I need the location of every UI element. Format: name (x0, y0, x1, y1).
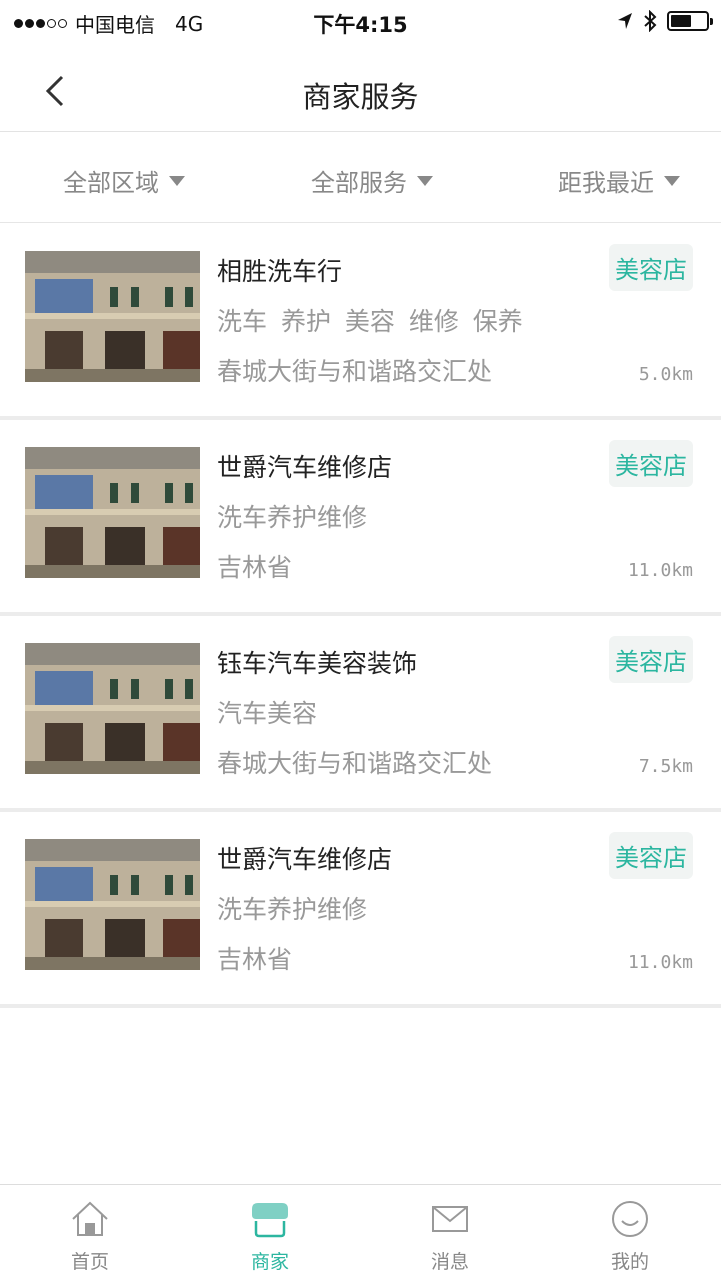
shop-services: 洗车养护维修 (217, 503, 368, 532)
shop-address: 吉林省 (217, 553, 293, 582)
filter-area[interactable]: 全部区域 (63, 163, 185, 198)
shop-photo (25, 447, 200, 578)
shop-list: 相胜洗车行 洗车 养护 美容 维修 保养 春城大街与和谐路交汇处 美容店 5.0… (0, 224, 721, 1008)
page-title: 商家服务 (302, 80, 419, 114)
location-arrow-icon (618, 13, 632, 29)
shop-name: 世爵汽车维修店 (217, 845, 393, 874)
tab-messages[interactable]: 消息 (360, 1185, 540, 1281)
filter-service-label: 全部服务 (311, 169, 407, 197)
shop-photo (25, 839, 200, 970)
shop-distance: 7.5km (638, 756, 693, 777)
clock: 下午4:15 (313, 13, 408, 37)
home-icon (72, 1201, 108, 1236)
smiley-icon (612, 1201, 648, 1237)
shop-photo (25, 643, 200, 774)
shop-distance: 5.0km (638, 364, 693, 385)
shop-address: 春城大街与和谐路交汇处 (217, 749, 493, 778)
filter-sort-label: 距我最近 (558, 169, 654, 197)
bottom-tab-bar: 首页 商家 消息 我的 (0, 1184, 721, 1281)
filter-sort[interactable]: 距我最近 (558, 163, 680, 198)
shop-category-tag: 美容店 (609, 244, 693, 291)
shop-list-item[interactable]: 钰车汽车美容装饰 汽车美容 春城大街与和谐路交汇处 美容店 7.5km (0, 616, 721, 812)
filter-service[interactable]: 全部服务 (311, 163, 433, 198)
tab-store-label: 商家 (250, 1251, 289, 1273)
shop-name: 世爵汽车维修店 (217, 453, 393, 482)
shop-list-item[interactable]: 世爵汽车维修店 洗车养护维修 吉林省 美容店 11.0km (0, 420, 721, 616)
shop-category-tag: 美容店 (609, 832, 693, 879)
tab-home[interactable]: 首页 (0, 1185, 180, 1281)
shop-category-tag: 美容店 (609, 636, 693, 683)
shop-distance: 11.0km (627, 560, 693, 581)
shop-name: 钰车汽车美容装饰 (217, 649, 418, 678)
shop-services: 汽车美容 (217, 699, 318, 728)
shop-services: 洗车养护维修 (217, 895, 368, 924)
tab-profile[interactable]: 我的 (540, 1185, 720, 1281)
navigation-bar: 商家服务 (0, 44, 721, 132)
filter-bar: 全部区域 全部服务 距我最近 (0, 133, 721, 223)
mail-icon (432, 1206, 468, 1232)
status-bar: 中国电信 4G 下午4:15 (0, 0, 721, 44)
shop-name: 相胜洗车行 (217, 257, 343, 286)
tab-home-label: 首页 (70, 1251, 109, 1273)
tab-store[interactable]: 商家 (180, 1185, 360, 1281)
dropdown-triangle-icon (169, 175, 185, 186)
tab-profile-label: 我的 (610, 1251, 649, 1273)
tab-messages-label: 消息 (430, 1251, 469, 1273)
dropdown-triangle-icon (417, 175, 433, 186)
shop-list-item[interactable]: 世爵汽车维修店 洗车养护维修 吉林省 美容店 11.0km (0, 812, 721, 1008)
status-icons (617, 10, 713, 32)
shop-list-item[interactable]: 相胜洗车行 洗车 养护 美容 维修 保养 春城大街与和谐路交汇处 美容店 5.0… (0, 224, 721, 420)
shop-address: 春城大街与和谐路交汇处 (217, 357, 493, 386)
shop-photo (25, 251, 200, 382)
store-icon (252, 1203, 288, 1238)
dropdown-triangle-icon (664, 175, 680, 186)
shop-services: 洗车 养护 美容 维修 保养 (217, 307, 523, 336)
bluetooth-icon (644, 10, 657, 32)
shop-distance: 11.0km (627, 952, 693, 973)
battery-icon (667, 11, 713, 31)
shop-category-tag: 美容店 (609, 440, 693, 487)
shop-address: 吉林省 (217, 945, 293, 974)
filter-area-label: 全部区域 (63, 169, 159, 197)
